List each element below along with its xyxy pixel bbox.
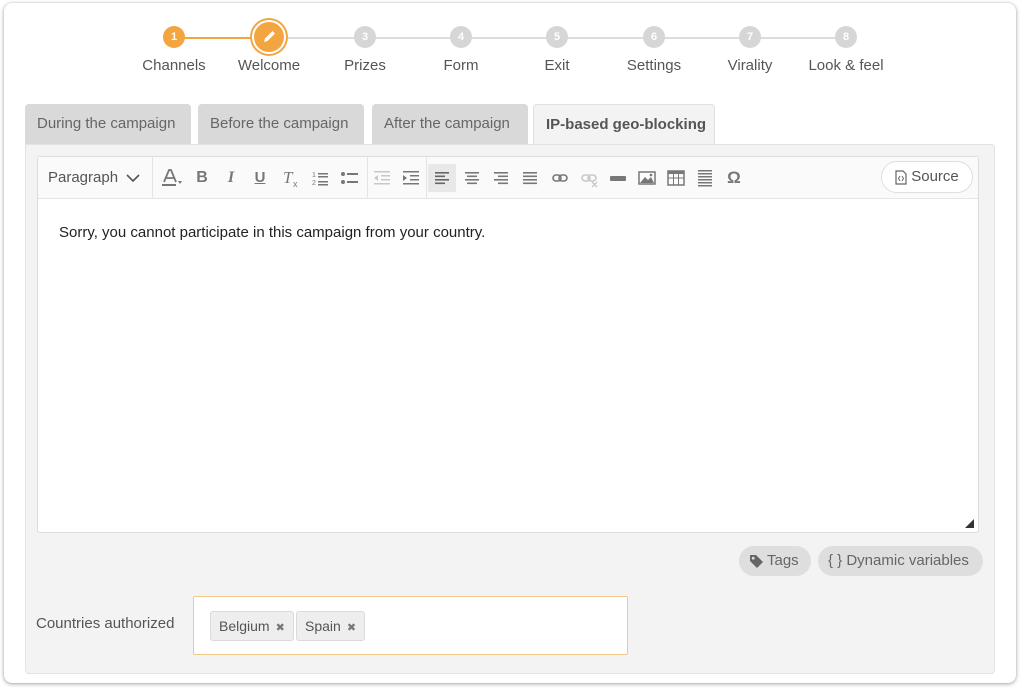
bold-icon[interactable]: B (190, 164, 214, 192)
toolbar-separator (426, 157, 427, 199)
step-form[interactable]: 4 Form (406, 25, 516, 74)
image-icon[interactable] (633, 164, 661, 192)
step-label: Look & feel (808, 57, 884, 74)
country-chip-label: Spain (305, 618, 341, 634)
svg-text:2: 2 (312, 180, 316, 187)
editor-toolbar: Paragraph B I U Tx 12 Ω Source (38, 157, 978, 199)
step-label: Virality (727, 57, 773, 74)
step-number: 3 (354, 26, 376, 48)
table-icon[interactable] (662, 164, 690, 192)
page-break-icon[interactable] (691, 164, 719, 192)
step-label: Settings (626, 57, 682, 74)
tag-icon (749, 554, 764, 569)
step-prizes[interactable]: 3 Prizes (310, 25, 420, 74)
outdent-icon[interactable] (369, 164, 395, 192)
horizontal-line-icon[interactable] (604, 164, 632, 192)
underline-icon[interactable]: U (248, 164, 272, 192)
step-label: Welcome (237, 57, 301, 74)
svg-text:1: 1 (312, 172, 316, 179)
tags-button[interactable]: Tags (739, 546, 811, 576)
step-look-and-feel[interactable]: 8 Look & feel (791, 25, 901, 74)
tab-during-campaign[interactable]: During the campaign (25, 104, 191, 144)
chevron-down-icon (126, 173, 140, 183)
toolbar-separator (367, 157, 368, 199)
editor-content[interactable]: Sorry, you cannot participate in this ca… (59, 224, 485, 241)
align-justify-icon[interactable] (516, 164, 544, 192)
unlink-icon[interactable] (575, 164, 603, 192)
source-label: Source (911, 168, 959, 186)
step-label: Exit (544, 57, 570, 74)
tab-after-campaign[interactable]: After the campaign (372, 104, 528, 144)
numbered-list-icon[interactable]: 12 (308, 164, 334, 192)
italic-icon[interactable]: I (219, 164, 243, 192)
remove-format-icon[interactable]: Tx (278, 164, 304, 192)
step-number: 4 (450, 26, 472, 48)
svg-text:x: x (293, 179, 298, 189)
step-settings[interactable]: 6 Settings (599, 25, 709, 74)
progress-stepper: 1 Channels Welcome 3 Prizes 4 Form 5 Exi… (4, 3, 1016, 93)
tab-ip-geo-blocking[interactable]: IP-based geo-blocking (533, 104, 715, 145)
countries-select[interactable]: Belgium ✖ Spain ✖ (193, 596, 628, 655)
source-button[interactable]: Source (881, 161, 973, 193)
step-label: Prizes (344, 57, 386, 74)
paragraph-format-dropdown[interactable]: Paragraph (48, 164, 148, 192)
step-channels[interactable]: 1 Channels (119, 25, 229, 74)
resize-handle-icon[interactable] (965, 519, 974, 528)
remove-icon[interactable]: ✖ (347, 622, 356, 634)
tab-before-campaign[interactable]: Before the campaign (198, 104, 364, 144)
countries-label: Countries authorized (36, 615, 175, 632)
rich-text-editor: Paragraph B I U Tx 12 Ω Source Sorry, yo… (37, 156, 979, 533)
indent-icon[interactable] (398, 164, 424, 192)
align-center-icon[interactable] (458, 164, 486, 192)
country-chip: Belgium ✖ (210, 611, 294, 641)
step-number: 6 (643, 26, 665, 48)
step-number: 1 (163, 26, 185, 48)
step-number: 7 (739, 26, 761, 48)
font-color-icon[interactable] (156, 164, 186, 192)
pencil-icon (254, 22, 284, 52)
toolbar-separator (152, 157, 153, 199)
remove-icon[interactable]: ✖ (276, 622, 285, 634)
step-welcome[interactable]: Welcome (214, 22, 324, 74)
step-number: 8 (835, 26, 857, 48)
link-icon[interactable] (546, 164, 574, 192)
step-exit[interactable]: 5 Exit (502, 25, 612, 74)
paragraph-label: Paragraph (48, 169, 119, 186)
source-icon (895, 169, 907, 185)
step-virality[interactable]: 7 Virality (695, 25, 805, 74)
tab-panel: Paragraph B I U Tx 12 Ω Source Sorry, yo… (25, 144, 995, 674)
bulleted-list-icon[interactable] (337, 164, 363, 192)
special-character-icon[interactable]: Ω (720, 164, 748, 192)
align-left-icon[interactable] (428, 164, 456, 192)
app-window: 1 Channels Welcome 3 Prizes 4 Form 5 Exi… (4, 3, 1016, 683)
country-chip: Spain ✖ (296, 611, 366, 641)
step-number: 5 (546, 26, 568, 48)
tags-label: Tags (767, 552, 799, 570)
step-label: Channels (142, 57, 206, 74)
dynamic-variables-button[interactable]: { } Dynamic variables (818, 546, 983, 576)
country-chip-label: Belgium (219, 618, 270, 634)
step-label: Form (443, 57, 479, 74)
align-right-icon[interactable] (487, 164, 515, 192)
